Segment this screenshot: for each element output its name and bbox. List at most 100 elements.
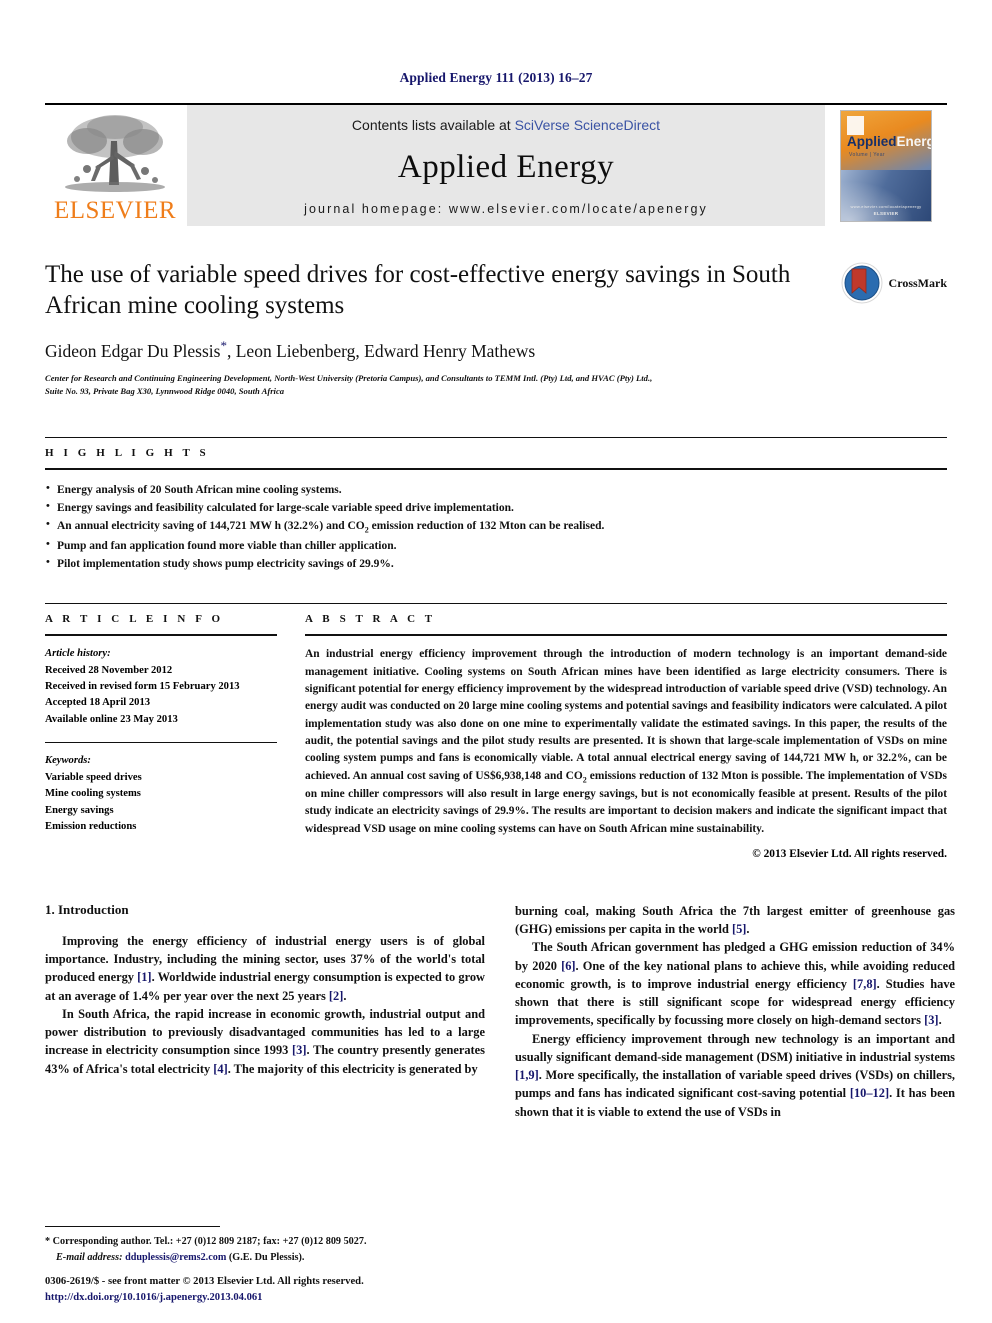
- keywords-divider: [45, 742, 277, 744]
- corresponding-author-note: * Corresponding author. Tel.: +27 (0)12 …: [45, 1236, 367, 1248]
- cover-footer-url: www.elsevier.com/locate/apenergy: [850, 203, 922, 209]
- article-info-label: A R T I C L E I N F O: [45, 613, 224, 626]
- citation-link[interactable]: [1,9]: [515, 1068, 539, 1082]
- journal-banner: Contents lists available at SciVerse Sci…: [187, 105, 825, 226]
- citation-link[interactable]: [10–12]: [850, 1086, 889, 1100]
- citation-link[interactable]: [4]: [213, 1062, 227, 1076]
- highlights-section: H I G H L I G H T S Energy analysis of 2…: [45, 436, 947, 574]
- citation-link[interactable]: [5]: [732, 922, 746, 936]
- affiliation-line-2: Suite No. 93, Private Bag X30, Lynnwood …: [45, 386, 285, 397]
- author-corresponding: Gideon Edgar Du Plessis: [45, 341, 221, 362]
- body-column-right: burning coal, making South Africa the 7t…: [515, 902, 955, 1121]
- doi-link[interactable]: http://dx.doi.org/10.1016/j.apenergy.201…: [45, 1290, 565, 1305]
- crossmark-label: CrossMark: [888, 275, 947, 290]
- citation-link[interactable]: [1]: [137, 970, 151, 984]
- abstract-divider: [305, 634, 947, 637]
- history-item: Accepted 18 April 2013: [45, 697, 151, 709]
- highlights-divider: [45, 467, 947, 470]
- list-item: Energy savings and feasibility calculate…: [45, 498, 947, 517]
- body-columns: 1. Introduction Improving the energy eff…: [45, 902, 955, 1121]
- footnote-block: * Corresponding author. Tel.: +27 (0)12 …: [45, 1226, 485, 1265]
- issn-line: 0306-2619/$ - see front matter © 2013 El…: [45, 1276, 364, 1288]
- elsevier-tree-icon: [57, 111, 173, 197]
- email-label: E-mail address:: [56, 1251, 123, 1263]
- running-head: Applied Energy 111 (2013) 16–27: [399, 70, 593, 85]
- affiliation-line-1: Center for Research and Continuing Engin…: [45, 373, 653, 384]
- keyword-item: Emission reductions: [45, 820, 137, 832]
- footnote-rule: [45, 1226, 220, 1228]
- history-item: Received in revised form 15 February 201…: [45, 681, 240, 693]
- citation-link[interactable]: [3]: [292, 1043, 306, 1057]
- abstract-label: A B S T R A C T: [305, 613, 436, 626]
- body-column-left: 1. Introduction Improving the energy eff…: [45, 902, 485, 1121]
- keyword-item: Mine cooling systems: [45, 788, 141, 800]
- citation-link[interactable]: [7,8]: [853, 977, 877, 991]
- cover-title-applied: Applied: [847, 133, 897, 149]
- paragraph-text: .: [343, 988, 347, 1003]
- history-item: Available online 23 May 2013: [45, 713, 178, 725]
- list-item: Energy analysis of 20 South African mine…: [45, 480, 947, 499]
- affiliation: Center for Research and Continuing Engin…: [45, 372, 875, 399]
- elsevier-wordmark: ELSEVIER: [53, 197, 177, 224]
- author-others: , Leon Liebenberg, Edward Henry Mathews: [226, 341, 536, 362]
- keyword-item: Variable speed drives: [45, 771, 142, 783]
- page-title: The use of variable speed drives for cos…: [45, 261, 791, 319]
- issn-block: 0306-2619/$ - see front matter © 2013 El…: [45, 1274, 565, 1305]
- citation-link[interactable]: [3]: [924, 1013, 938, 1027]
- paragraph-text: .: [746, 922, 750, 937]
- journal-cover-thumbnail: AppliedEnergy Volume | Year www.elsevier…: [825, 105, 947, 226]
- cover-footer: www.elsevier.com/locate/apenergy ELSEVIE…: [841, 204, 931, 216]
- highlights-list: Energy analysis of 20 South African mine…: [45, 480, 947, 574]
- journal-title: Applied Energy: [397, 149, 615, 185]
- cover-image: AppliedEnergy Volume | Year www.elsevier…: [840, 109, 932, 222]
- paragraph-text: .: [938, 1013, 942, 1028]
- journal-homepage-link[interactable]: journal homepage: www.elsevier.com/locat…: [304, 202, 708, 216]
- keywords-label: Keywords:: [45, 755, 91, 767]
- article-history-block: Article history: Received 28 November 20…: [45, 646, 277, 728]
- cover-title-energy: Energy: [896, 133, 932, 149]
- citation-link[interactable]: [2]: [329, 989, 343, 1003]
- article-page: Applied Energy 111 (2013) 16–27 ELSEVIER…: [0, 0, 992, 1323]
- paragraph-text: Energy efficiency improvement through ne…: [515, 1031, 955, 1064]
- contents-prefix: Contents lists available at: [351, 117, 515, 133]
- cover-title: AppliedEnergy: [847, 133, 932, 149]
- abstract-part-1: An industrial energy efficiency improvem…: [305, 648, 947, 782]
- paragraph: burning coal, making South Africa the 7t…: [515, 902, 955, 938]
- crossmark-badge[interactable]: CrossMark: [841, 262, 947, 304]
- section-heading-introduction: 1. Introduction: [45, 901, 129, 917]
- highlights-label: H I G H L I G H T S: [45, 446, 210, 459]
- list-item: Pump and fan application found more viab…: [45, 536, 947, 555]
- crossmark-icon: [841, 262, 883, 304]
- abstract-column: A B S T R A C T An industrial energy eff…: [305, 613, 947, 860]
- email-note: E-mail address: dduplessis@rems2.com (G.…: [45, 1250, 485, 1265]
- cover-subtitle: Volume | Year: [849, 151, 885, 158]
- paragraph: Energy efficiency improvement through ne…: [515, 1030, 955, 1121]
- list-item: An annual electricity saving of 144,721 …: [45, 516, 947, 537]
- cover-footer-brand: ELSEVIER: [873, 210, 899, 216]
- paragraph-text: . The majority of this electricity is ge…: [227, 1061, 478, 1076]
- article-info-divider: [45, 634, 277, 637]
- journal-masthead: ELSEVIER Contents lists available at Sci…: [45, 103, 947, 226]
- keyword-item: Energy savings: [45, 804, 114, 816]
- list-item: Pilot implementation study shows pump el…: [45, 554, 947, 573]
- highlight-text-3: An annual electricity saving of 144,721 …: [57, 520, 605, 535]
- author-list: Gideon Edgar Du Plessis*, Leon Liebenber…: [45, 338, 947, 362]
- keywords-block: Keywords: Variable speed drives Mine coo…: [45, 753, 277, 835]
- highlights-top-rule: H I G H L I G H T S: [45, 436, 947, 459]
- elsevier-logo: ELSEVIER: [45, 105, 185, 226]
- article-history-label: Article history:: [45, 648, 111, 660]
- email-link[interactable]: dduplessis@rems2.com: [125, 1252, 226, 1263]
- cover-elsevier-mark: [847, 115, 864, 135]
- sciencedirect-link[interactable]: SciVerse ScienceDirect: [515, 117, 661, 133]
- copyright-line: © 2013 Elsevier Ltd. All rights reserved…: [752, 847, 947, 860]
- paragraph: In South Africa, the rapid increase in e…: [45, 1005, 485, 1078]
- title-block: CrossMark The use of variable speed driv…: [45, 260, 947, 399]
- abstract-text: An industrial energy efficiency improvem…: [305, 646, 947, 838]
- email-owner: (G.E. Du Plessis).: [228, 1251, 305, 1263]
- paragraph: Improving the energy efficiency of indus…: [45, 932, 485, 1005]
- citation-link[interactable]: [6]: [561, 959, 575, 973]
- paragraph: The South African government has pledged…: [515, 938, 955, 1029]
- article-info-column: A R T I C L E I N F O Article history: R…: [45, 613, 277, 860]
- contents-available-line: Contents lists available at SciVerse Sci…: [352, 117, 660, 133]
- info-abstract-section: A R T I C L E I N F O Article history: R…: [45, 603, 947, 860]
